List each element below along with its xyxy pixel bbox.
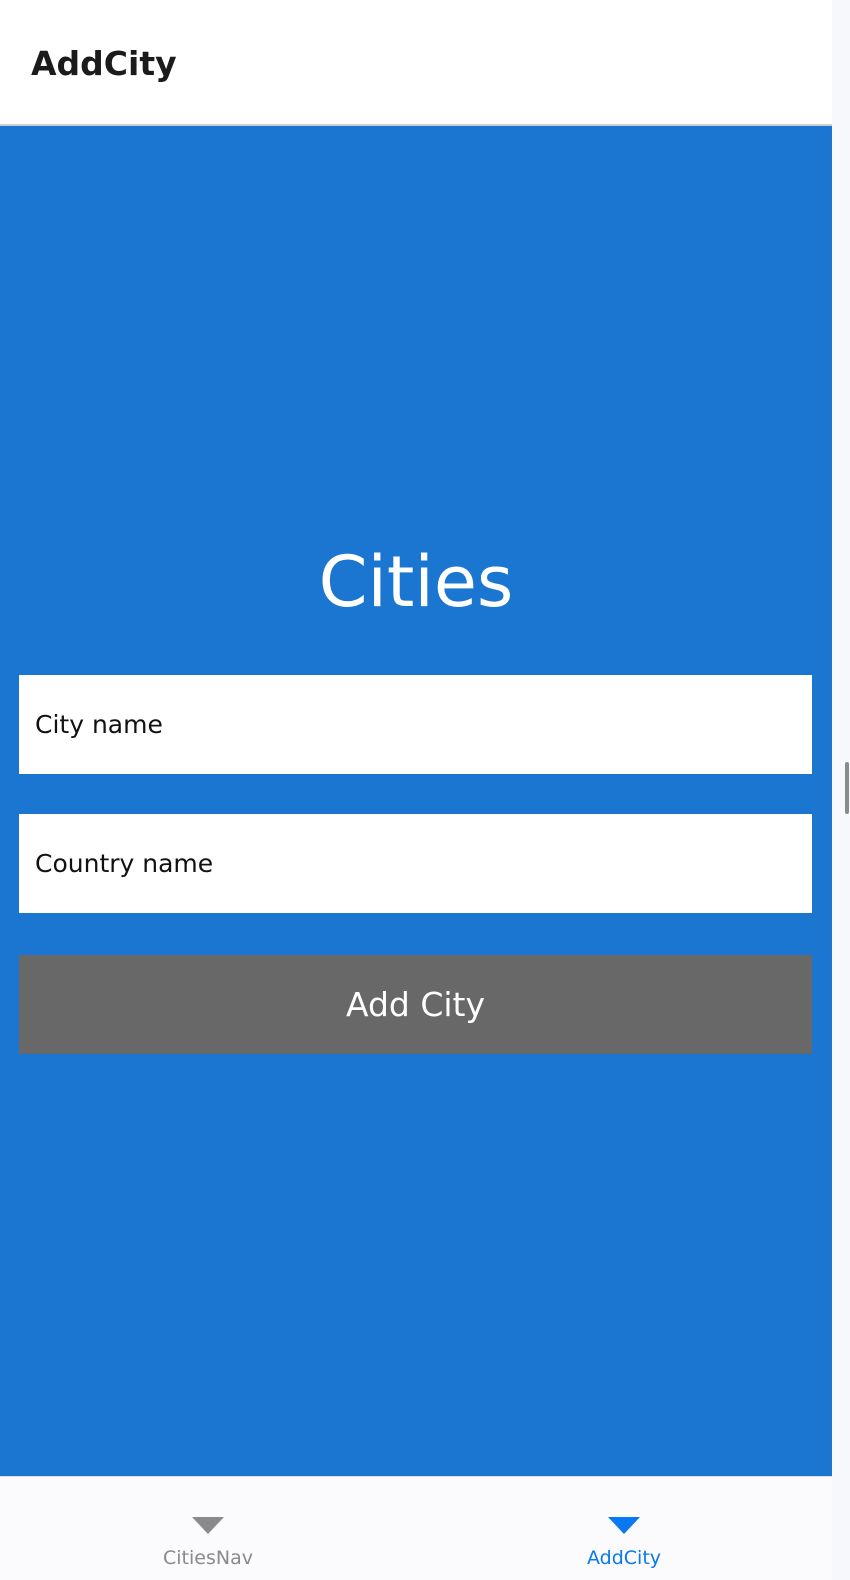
city-name-input[interactable] [19,675,812,774]
add-city-form-area: Cities Add City [0,126,832,1476]
tab-add-city-label: AddCity [586,1547,662,1569]
add-city-button[interactable]: Add City [19,955,812,1054]
chevron-down-icon [608,1517,640,1534]
tab-add-city[interactable]: AddCity [416,1477,832,1580]
country-name-input[interactable] [19,814,812,913]
bottom-tab-bar: CitiesNav AddCity [0,1476,832,1580]
scrollbar-thumb[interactable] [845,762,849,814]
form-heading: Cities [318,541,514,623]
header-bar: AddCity [0,0,832,126]
tab-cities-nav-label: CitiesNav [163,1547,253,1569]
tab-cities-nav[interactable]: CitiesNav [0,1477,416,1580]
chevron-down-icon [192,1517,224,1534]
app-window: AddCity Cities Add City CitiesNav AddCit… [0,0,832,1580]
page-title: AddCity [31,44,177,83]
